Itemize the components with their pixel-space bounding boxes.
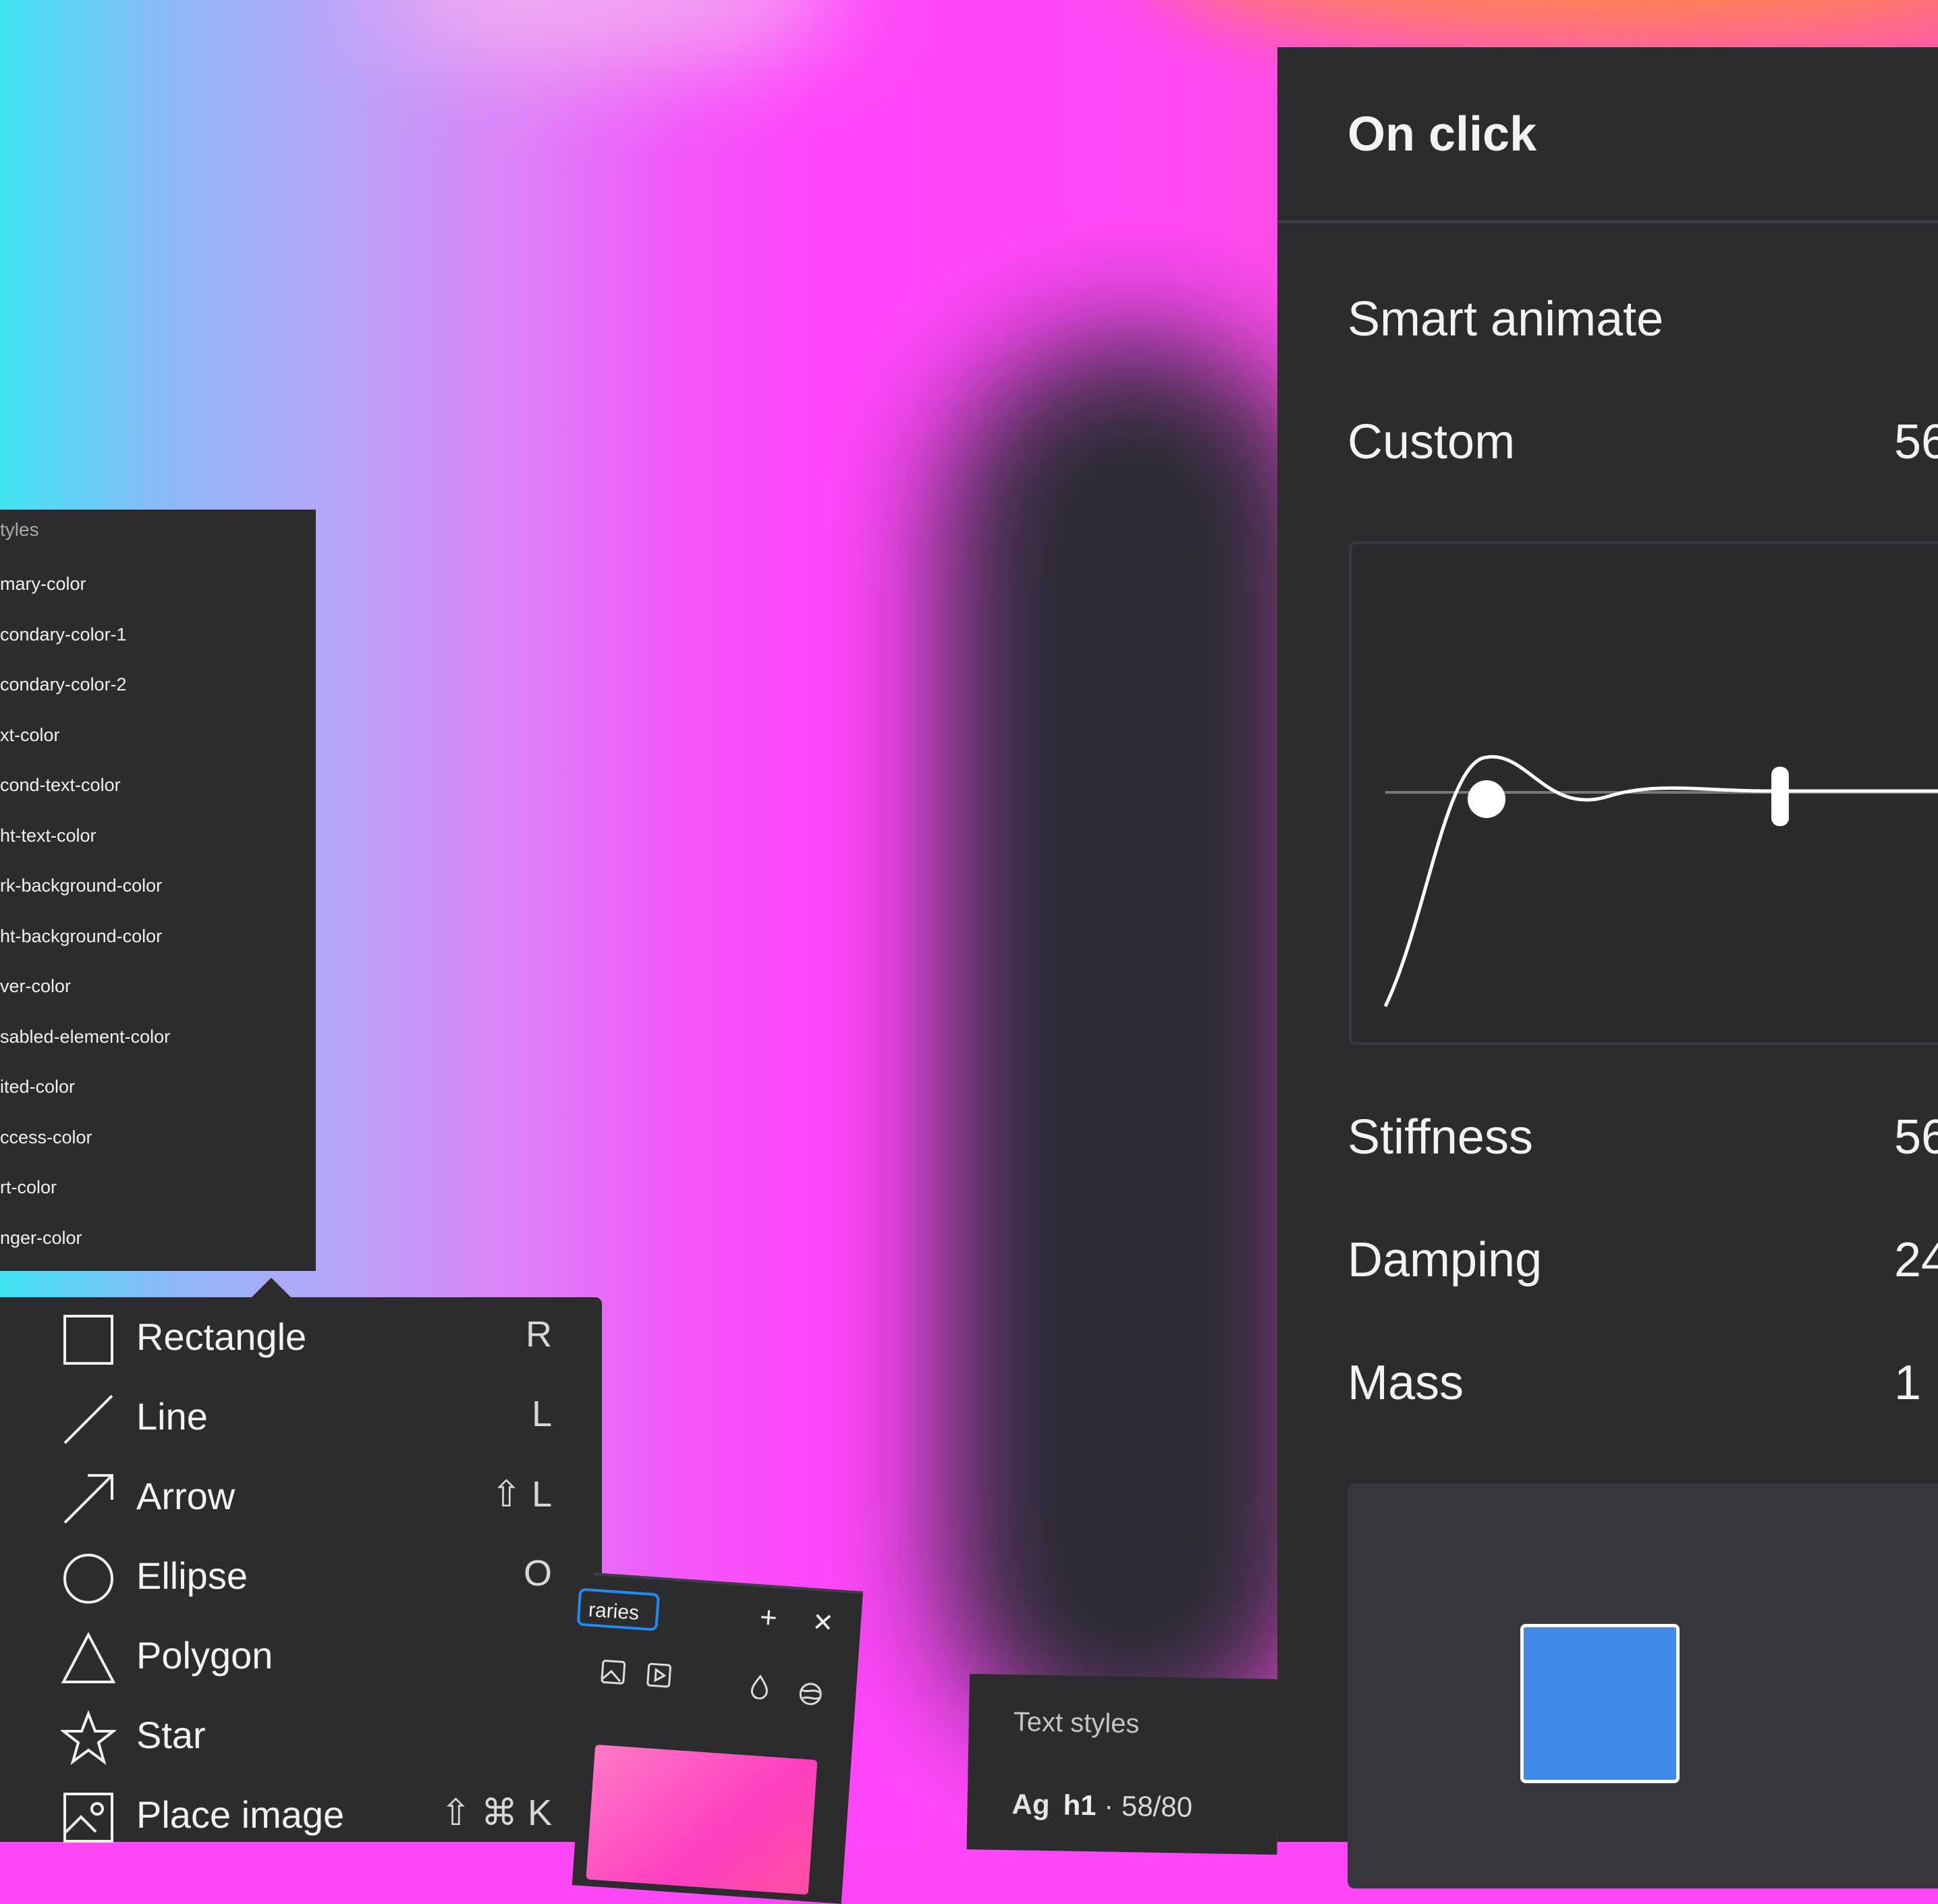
menu-item-label: Star — [136, 1714, 206, 1756]
tab-libraries[interactable]: raries — [576, 1587, 661, 1631]
menu-item-arrow[interactable]: Arrow ⇧ L — [0, 1457, 602, 1536]
menu-item-label: Polygon — [136, 1634, 273, 1677]
panel-header: On click — [1277, 47, 1938, 223]
arrow-icon — [63, 1474, 113, 1524]
prototype-panel: On click Smart animate Custom 56 Stiffne… — [1277, 47, 1938, 1888]
menu-item-place-image[interactable]: Place image ⇧ ⌘ K — [0, 1775, 602, 1855]
curve-preset-value: 56 — [1894, 415, 1938, 469]
menu-item-polygon[interactable]: Polygon — [0, 1616, 602, 1695]
add-button[interactable]: + — [758, 1600, 778, 1635]
globe-icon[interactable] — [797, 1681, 825, 1708]
style-item[interactable]: nger-color — [0, 1228, 82, 1249]
droplet-icon[interactable] — [746, 1672, 774, 1700]
style-item[interactable]: condary-color-2 — [0, 674, 127, 695]
stiffness-label: Stiffness — [1348, 1110, 1533, 1164]
menu-item-label: Arrow — [136, 1475, 236, 1517]
style-item[interactable]: rt-color — [0, 1177, 57, 1198]
duration-handle-icon[interactable] — [1771, 767, 1789, 826]
shortcut-key: R — [526, 1314, 552, 1355]
style-item[interactable]: ht-text-color — [0, 825, 96, 846]
text-styles-title: Text styles — [1013, 1707, 1140, 1739]
damping-label: Damping — [1348, 1233, 1543, 1287]
menu-item-ellipse[interactable]: Ellipse O — [0, 1536, 602, 1616]
style-item[interactable]: mary-color — [0, 574, 86, 595]
style-item[interactable]: xt-color — [0, 725, 60, 746]
color-styles-list: tyles mary-color condary-color-1 condary… — [0, 510, 316, 1271]
style-item[interactable]: cond-text-color — [0, 775, 121, 796]
damping-input[interactable]: 24 — [1894, 1232, 1938, 1288]
curve-preset-select[interactable]: Custom — [1348, 414, 1515, 470]
text-style-row[interactable]: Ag h1 · 58/80 — [1012, 1788, 1192, 1824]
style-item[interactable]: rk-background-color — [0, 875, 162, 896]
text-style-name: h1 — [1063, 1789, 1097, 1822]
shortcut-key: ⇧ ⌘ K — [440, 1793, 552, 1833]
spring-curve — [1383, 755, 1938, 1008]
polygon-icon — [61, 1631, 116, 1683]
style-item[interactable]: ver-color — [0, 976, 71, 997]
trigger-label[interactable]: On click — [1348, 107, 1536, 162]
image-icon — [63, 1793, 113, 1843]
star-icon — [61, 1710, 116, 1766]
shortcut-key: L — [531, 1394, 552, 1434]
animation-preview — [1348, 1484, 1938, 1888]
menu-item-line[interactable]: Line L — [0, 1377, 602, 1457]
style-item[interactable]: ht-background-color — [0, 926, 162, 947]
style-item[interactable]: sabled-element-color — [0, 1027, 170, 1048]
rectangle-icon — [63, 1315, 113, 1365]
menu-item-label: Place image — [136, 1793, 345, 1836]
style-item[interactable]: ited-color — [0, 1077, 75, 1097]
menu-caret — [251, 1278, 292, 1298]
curve-handle-icon[interactable] — [1468, 780, 1505, 818]
menu-item-label: Ellipse — [136, 1554, 248, 1597]
line-icon — [63, 1394, 113, 1444]
preview-square — [1520, 1624, 1680, 1783]
mass-input[interactable]: 1 — [1894, 1355, 1921, 1411]
video-icon[interactable] — [645, 1662, 673, 1689]
style-item[interactable]: condary-color-1 — [0, 624, 127, 645]
menu-item-label: Rectangle — [136, 1315, 307, 1358]
styles-title: tyles — [0, 519, 39, 540]
style-item[interactable]: ccess-color — [0, 1127, 92, 1148]
stiffness-input[interactable]: 56 — [1894, 1110, 1938, 1165]
text-style-spec: · 58/80 — [1096, 1789, 1193, 1823]
library-thumbnail[interactable] — [586, 1744, 818, 1895]
menu-item-label: Line — [136, 1395, 208, 1438]
close-button[interactable]: ✕ — [811, 1607, 835, 1639]
spring-curve-editor[interactable] — [1349, 541, 1938, 1045]
menu-item-rectangle[interactable]: Rectangle R — [0, 1297, 602, 1377]
shape-tools-menu: Rectangle R Line L Arrow ⇧ L Ellipse O P… — [0, 1297, 602, 1843]
shortcut-key: ⇧ L — [491, 1474, 552, 1515]
text-styles-panel: Text styles Ag h1 · 58/80 — [966, 1674, 1280, 1855]
shortcut-key: O — [523, 1553, 552, 1594]
animation-type-select[interactable]: Smart animate — [1348, 292, 1663, 347]
menu-item-star[interactable]: Star — [0, 1695, 602, 1775]
ellipse-icon — [63, 1554, 113, 1604]
spring-curve-graph — [1383, 755, 1938, 1008]
libraries-panel: raries + ✕ — [572, 1573, 864, 1904]
image-icon[interactable] — [600, 1658, 628, 1686]
text-style-sample: Ag — [1012, 1788, 1051, 1821]
mass-label: Mass — [1348, 1356, 1464, 1410]
